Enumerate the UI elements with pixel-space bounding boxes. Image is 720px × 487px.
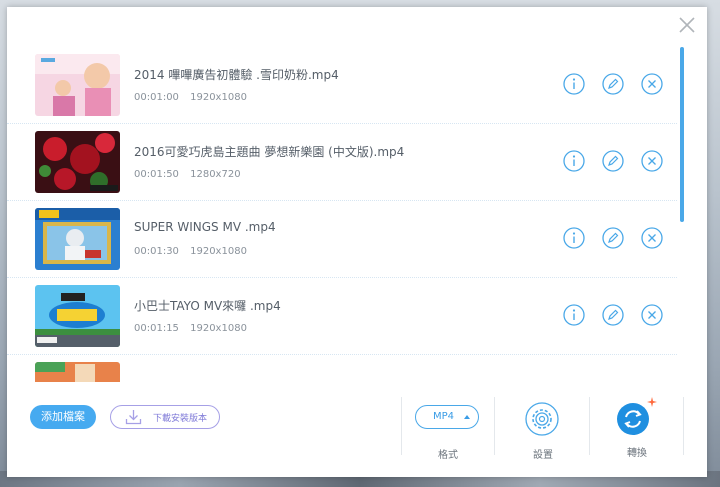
divider — [589, 397, 590, 455]
file-name: 小巴士TAYO MV來囉 .mp4 — [134, 299, 281, 313]
caret-up-icon — [464, 415, 470, 419]
file-resolution: 1920x1080 — [190, 323, 247, 334]
file-duration: 00:01:00 — [134, 92, 179, 103]
list-item[interactable]: 2016可愛巧虎島主題曲 夢想新樂園 (中文版).mp4 00:01:50 12… — [7, 124, 677, 201]
file-name: 2016可愛巧虎島主題曲 夢想新樂園 (中文版).mp4 — [134, 145, 405, 159]
file-list: 2014 嗶嗶廣告初體驗 .雪印奶粉.mp4 00:01:00 1920x108… — [7, 47, 677, 382]
settings-label: 設置 — [533, 450, 553, 461]
file-meta: 00:01:50 1280x720 — [134, 169, 249, 180]
edit-icon[interactable] — [602, 150, 624, 172]
divider — [401, 397, 402, 455]
remove-icon[interactable] — [641, 304, 663, 326]
file-duration: 00:01:50 — [134, 169, 179, 180]
edit-icon[interactable] — [602, 227, 624, 249]
remove-icon[interactable] — [641, 150, 663, 172]
add-files-button[interactable]: 添加檔案 — [30, 405, 96, 429]
info-icon[interactable] — [563, 73, 585, 95]
list-item[interactable]: 小巴士TAYO MV來囉 .mp4 00:01:15 1920x1080 — [7, 278, 677, 355]
info-icon[interactable] — [563, 150, 585, 172]
convert-label: 轉換 — [627, 448, 647, 459]
file-meta: 00:01:00 1920x1080 — [134, 92, 255, 103]
file-resolution: 1920x1080 — [190, 92, 247, 103]
list-item[interactable] — [7, 355, 677, 382]
format-value: MP4 — [433, 411, 455, 422]
file-resolution: 1920x1080 — [190, 246, 247, 257]
file-meta: 00:01:15 1920x1080 — [134, 323, 255, 334]
list-item[interactable]: SUPER WINGS MV .mp4 00:01:30 1920x1080 — [7, 201, 677, 278]
download-installer-button[interactable]: 下載安裝版本 — [110, 405, 220, 429]
list-scrollbar[interactable] — [680, 47, 684, 222]
download-icon — [125, 410, 142, 425]
file-list-dialog: 2014 嗶嗶廣告初體驗 .雪印奶粉.mp4 00:01:00 1920x108… — [7, 7, 707, 477]
list-item[interactable]: 2014 嗶嗶廣告初體驗 .雪印奶粉.mp4 00:01:00 1920x108… — [7, 47, 677, 124]
pink-kids-thumbnail — [35, 54, 120, 116]
file-duration: 00:01:30 — [134, 246, 179, 257]
red-flowers-thumbnail — [35, 131, 120, 193]
format-select[interactable]: MP4 — [415, 405, 479, 429]
sparkle-badge-icon — [647, 397, 657, 407]
tayo-thumbnail — [35, 285, 120, 347]
file-name: SUPER WINGS MV .mp4 — [134, 220, 276, 234]
file-name: 2014 嗶嗶廣告初體驗 .雪印奶粉.mp4 — [134, 68, 339, 82]
remove-icon[interactable] — [641, 227, 663, 249]
info-icon[interactable] — [563, 227, 585, 249]
convert-icon[interactable] — [616, 402, 650, 436]
partial-thumbnail — [35, 362, 120, 382]
divider — [494, 397, 495, 455]
download-installer-label: 下載安裝版本 — [153, 414, 208, 424]
divider — [683, 397, 684, 455]
super-wings-thumbnail — [35, 208, 120, 270]
settings-gear-icon[interactable] — [525, 402, 559, 436]
file-meta: 00:01:30 1920x1080 — [134, 246, 255, 257]
info-icon[interactable] — [563, 304, 585, 326]
remove-icon[interactable] — [641, 73, 663, 95]
file-duration: 00:01:15 — [134, 323, 179, 334]
close-icon[interactable] — [677, 15, 697, 35]
edit-icon[interactable] — [602, 304, 624, 326]
format-label: 格式 — [438, 450, 458, 461]
file-resolution: 1280x720 — [190, 169, 241, 180]
edit-icon[interactable] — [602, 73, 624, 95]
